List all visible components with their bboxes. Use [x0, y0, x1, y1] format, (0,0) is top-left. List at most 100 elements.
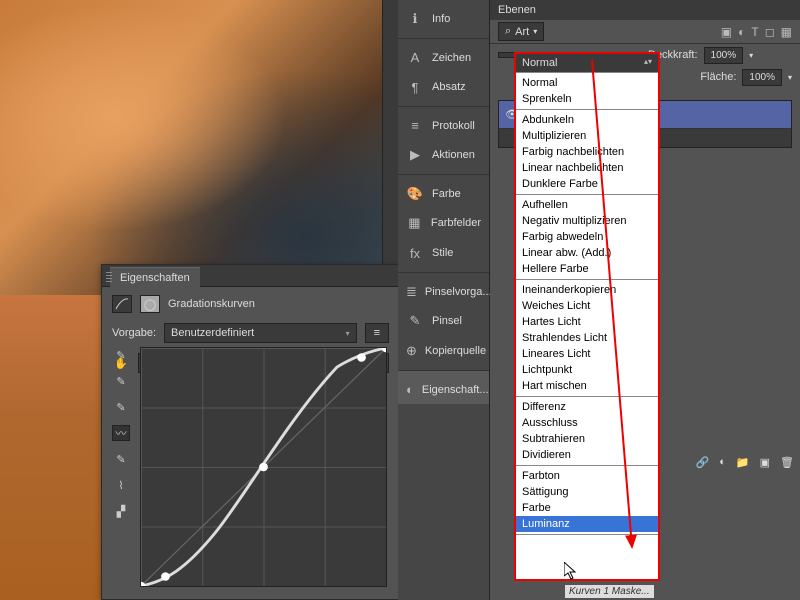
blend-option-farbigabwedeln[interactable]: Farbig abwedeln [516, 229, 658, 245]
blend-option-multiplizieren[interactable]: Multiplizieren [516, 128, 658, 144]
panel-dock: ℹInfo A Zeichen ¶Absatz ≡ Protokoll ▶ Aktionen 🎨… [398, 0, 490, 600]
dock-item-farbe[interactable]: 🎨Farbe [398, 174, 489, 208]
dock-item-protokoll[interactable]: ≡ Protokoll [398, 106, 489, 140]
eyedropper-minus-tool[interactable]: ✎ [112, 399, 130, 415]
dock-icon: ⊕ [406, 343, 417, 359]
blend-option-differenz[interactable]: Differenz [516, 399, 658, 415]
blend-option-strahlendeslicht[interactable]: Strahlendes Licht [516, 330, 658, 346]
new-icon[interactable]: ▣ [760, 456, 770, 469]
blend-option-linearabwadd[interactable]: Linear abw. (Add.) [516, 245, 658, 261]
dock-item-info[interactable]: ℹInfo [398, 4, 489, 34]
blend-option-hellerefarbe[interactable]: Hellere Farbe [516, 261, 658, 277]
dock-icon: ▶ [406, 147, 424, 163]
blend-option-farbe[interactable]: Farbe [516, 500, 658, 516]
filter-type-dropdown[interactable]: ⌕Art▾ [498, 22, 544, 41]
opacity-value[interactable]: 100% [704, 47, 744, 64]
properties-panel: Eigenschaften ◯ Gradationskurven Vorgabe… [101, 264, 400, 600]
blend-option-abdunkeln[interactable]: Abdunkeln [516, 112, 658, 128]
dock-label: Farbfelder [431, 217, 481, 229]
pencil-tool[interactable]: ✎ [112, 451, 130, 467]
blend-option-dunklerefarbe[interactable]: Dunklere Farbe [516, 176, 658, 192]
blend-option-linearnachbelichten[interactable]: Linear nachbelichten [516, 160, 658, 176]
tooltip-text: Kurven 1 Maske... [565, 585, 654, 598]
dock-icon: ¶ [406, 80, 424, 95]
dock-icon: A [406, 50, 424, 65]
fill-flyout-icon[interactable]: ▾ [788, 73, 792, 82]
dock-icon: ℹ [406, 11, 424, 27]
dock-label: Eigenschaft... [422, 384, 489, 396]
dock-label: Pinselvorga... [425, 286, 492, 298]
dock-item-zeichen[interactable]: A Zeichen [398, 38, 489, 72]
dock-item-farbfelder[interactable]: ▦Farbfelder [398, 208, 489, 238]
dock-label: Stile [432, 247, 453, 259]
blend-option-harteslicht[interactable]: Hartes Licht [516, 314, 658, 330]
blend-option-ineinanderkopieren[interactable]: Ineinanderkopieren [516, 282, 658, 298]
blend-option-sprenkeln[interactable]: Sprenkeln [516, 91, 658, 107]
blend-option-normal[interactable]: Normal [516, 75, 658, 91]
dock-label: Pinsel [432, 315, 462, 327]
filter-image-icon[interactable]: ▣ [721, 25, 732, 39]
properties-tab[interactable]: Eigenschaften [110, 267, 200, 288]
blend-option-sttigung[interactable]: Sättigung [516, 484, 658, 500]
fx-icon[interactable]: ◐ [719, 456, 726, 469]
dock-label: Protokoll [432, 120, 475, 132]
dock-item-eigenschaft[interactable]: ◐Eigenschaft... [398, 370, 489, 404]
blend-option-lichtpunkt[interactable]: Lichtpunkt [516, 362, 658, 378]
preset-label: Vorgabe: [112, 327, 156, 339]
smooth-tool[interactable]: ⌇ [112, 477, 130, 493]
dock-label: Kopierquelle [425, 345, 486, 357]
blend-option-dividieren[interactable]: Dividieren [516, 447, 658, 463]
dock-item-pinselvorga[interactable]: ≣ Pinselvorga... [398, 272, 489, 306]
histogram-toggle[interactable]: ▞ [112, 503, 130, 519]
blend-option-negativmultiplizieren[interactable]: Negativ multiplizieren [516, 213, 658, 229]
dock-label: Aktionen [432, 149, 475, 161]
layers-tabstrip: Ebenen [490, 0, 800, 20]
dock-item-pinsel[interactable]: ✎ Pinsel [398, 306, 489, 336]
eyedropper-tool[interactable]: ✎ [112, 347, 130, 363]
blend-option-subtrahieren[interactable]: Subtrahieren [516, 431, 658, 447]
curve-editor[interactable] [140, 347, 387, 587]
canvas-image[interactable] [0, 0, 383, 295]
curve-tool[interactable]: 〰 [112, 425, 130, 441]
filter-shape-icon[interactable]: ◻ [765, 25, 775, 39]
eyedropper-plus-tool[interactable]: ✎ [112, 373, 130, 389]
preset-menu-button[interactable]: ≡ [365, 323, 389, 343]
filter-type-icon[interactable]: T [751, 25, 758, 39]
dock-item-absatz[interactable]: ¶Absatz [398, 72, 489, 102]
blend-option-weicheslicht[interactable]: Weiches Licht [516, 298, 658, 314]
curve-line [141, 348, 386, 586]
fill-value[interactable]: 100% [742, 69, 782, 86]
filter-smart-icon[interactable]: ▦ [781, 25, 792, 39]
blend-option-aufhellen[interactable]: Aufhellen [516, 197, 658, 213]
mask-icon: ◯ [140, 295, 160, 313]
adjustment-title: Gradationskurven [168, 298, 255, 310]
preset-dropdown[interactable]: Benutzerdefiniert▾ [164, 323, 357, 343]
dock-icon: ≡ [406, 118, 424, 133]
panel-tabstrip: Eigenschaften [102, 265, 399, 287]
dock-item-kopierquelle[interactable]: ⊕ Kopierquelle [398, 336, 489, 366]
dock-label: Zeichen [432, 52, 471, 64]
blend-option-hartmischen[interactable]: Hart mischen [516, 378, 658, 394]
canvas-image-lower[interactable] [0, 295, 102, 600]
dock-item-stile[interactable]: fxStile [398, 238, 489, 268]
trash-icon[interactable]: 🗑 [780, 456, 794, 469]
layers-tab[interactable]: Ebenen [498, 4, 536, 16]
blend-mode-selected[interactable]: Normal▴▾ [516, 54, 658, 73]
fill-label: Fläche: [700, 71, 736, 83]
layers-filter-bar: ⌕Art▾ ▣ ◐ T ◻ ▦ [490, 20, 800, 44]
dock-icon: ≣ [406, 284, 417, 300]
blend-option-farbton[interactable]: Farbton [516, 468, 658, 484]
panel-grip[interactable] [106, 270, 112, 282]
filter-adjust-icon[interactable]: ◐ [738, 25, 745, 39]
dock-item-aktionen[interactable]: ▶ Aktionen [398, 140, 489, 170]
blend-option-lineareslicht[interactable]: Lineares Licht [516, 346, 658, 362]
blend-option-ausschluss[interactable]: Ausschluss [516, 415, 658, 431]
folder-icon[interactable]: 📁 [736, 456, 750, 469]
link-icon[interactable]: 🔗 [696, 456, 710, 469]
cursor-icon [564, 562, 578, 580]
blend-mode-menu: Normal▴▾ NormalSprenkeln AbdunkelnMultipl… [514, 52, 660, 581]
opacity-flyout-icon[interactable]: ▾ [749, 51, 753, 60]
dock-icon: ✎ [406, 313, 424, 329]
blend-option-luminanz[interactable]: Luminanz [516, 516, 658, 532]
blend-option-farbignachbelichten[interactable]: Farbig nachbelichten [516, 144, 658, 160]
